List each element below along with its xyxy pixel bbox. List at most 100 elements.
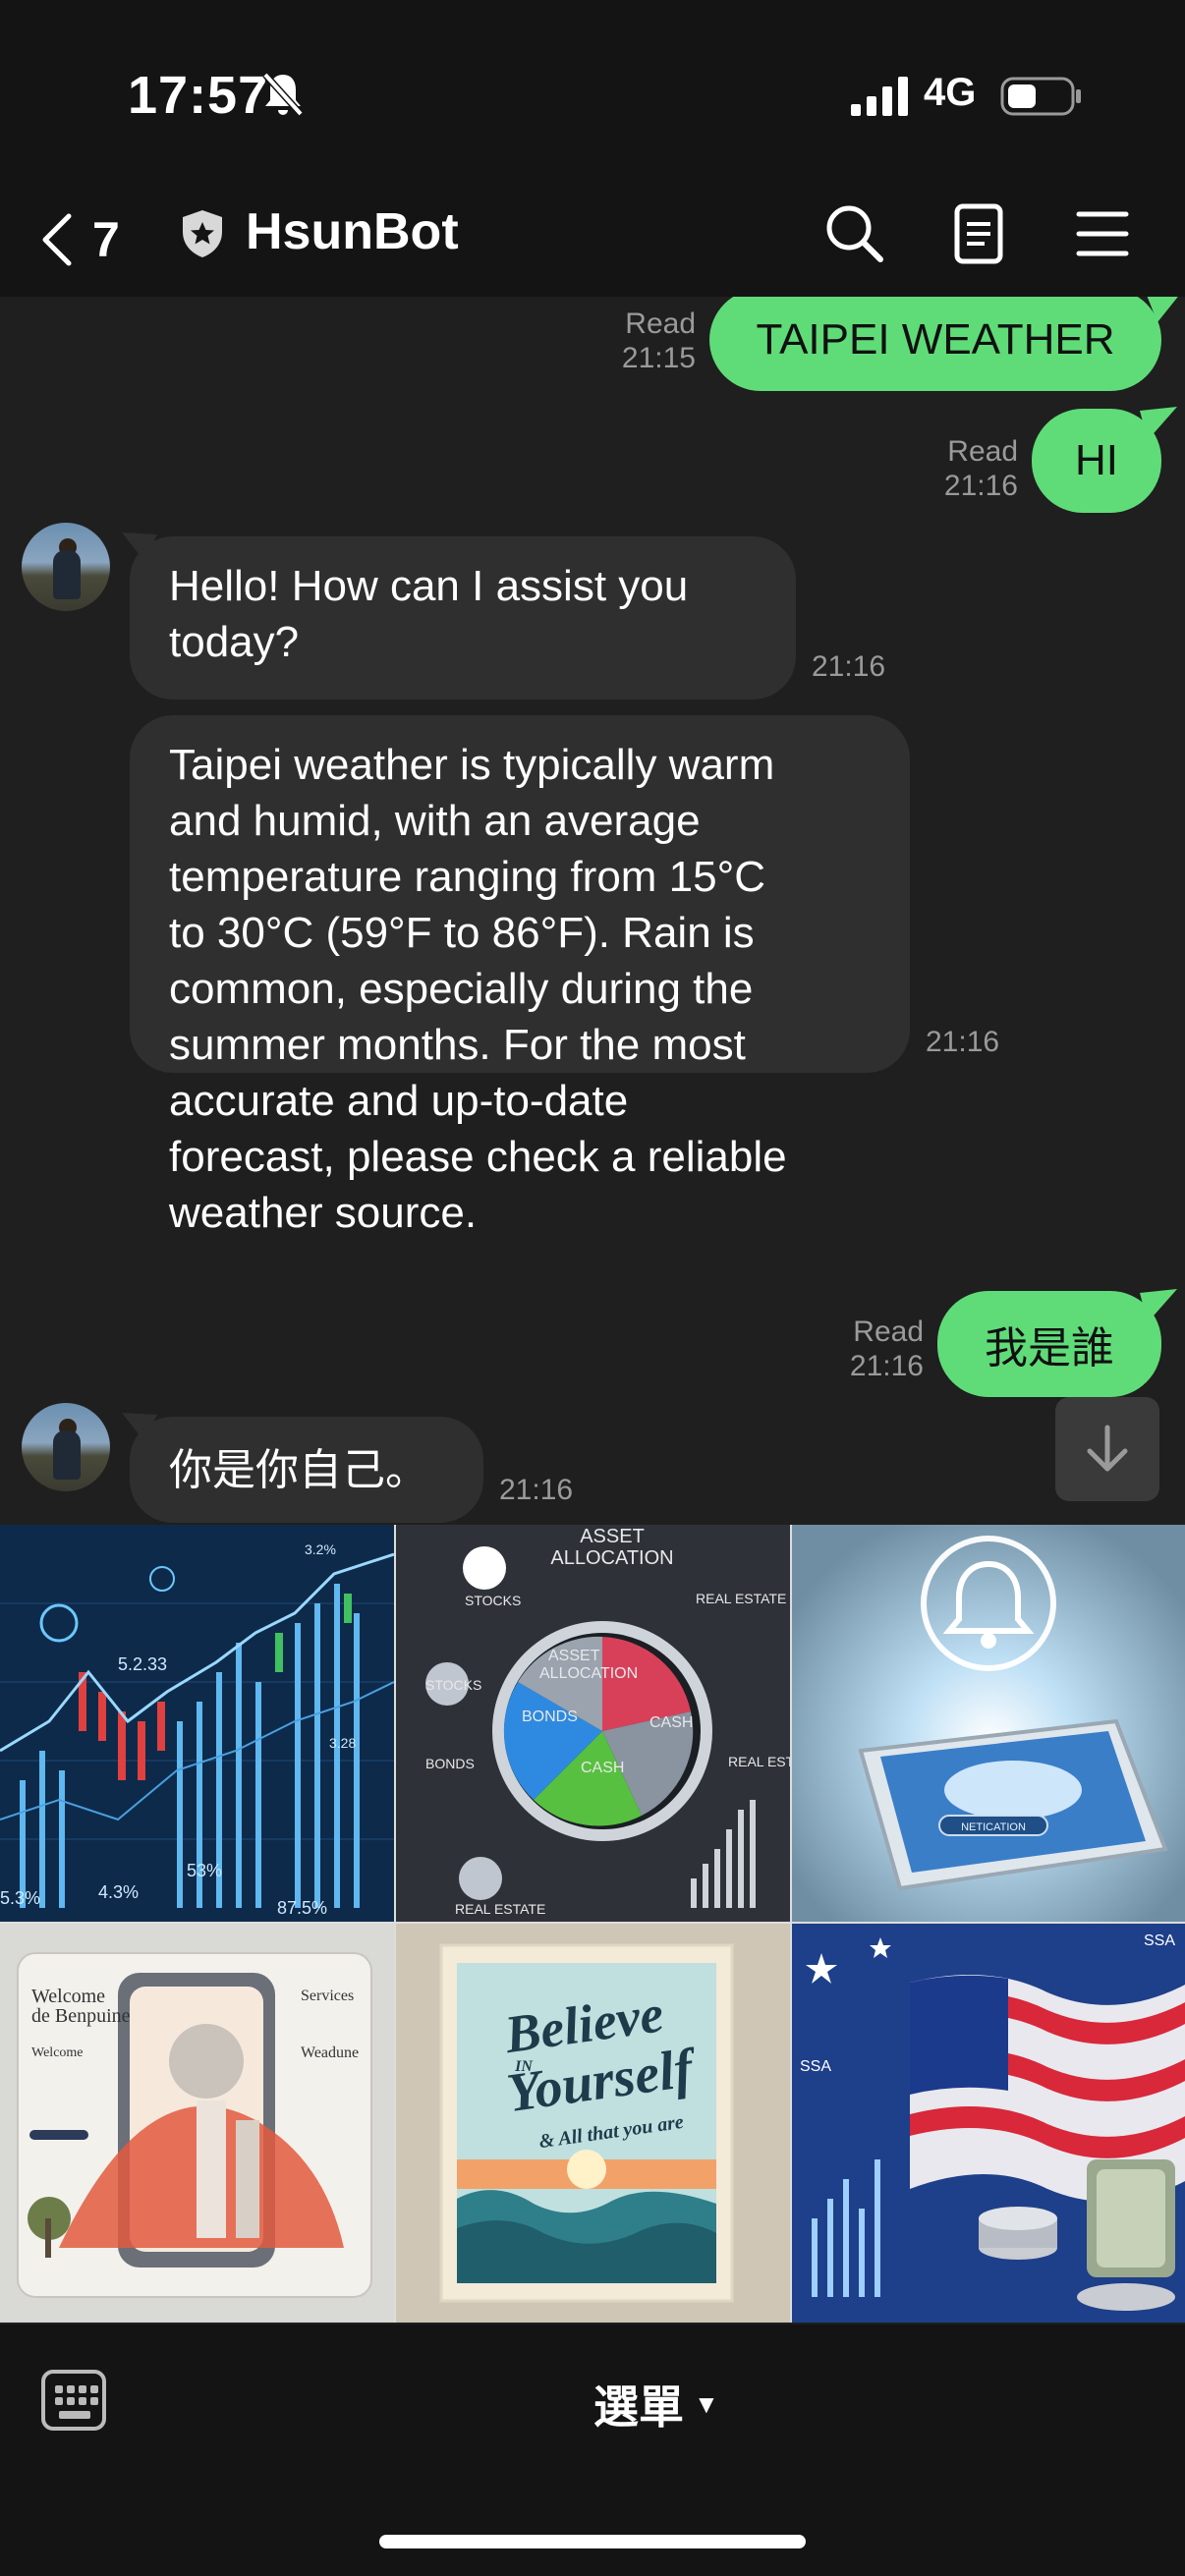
rich-menu-item-stocks[interactable]: 5.2.33 4.3% 5.3% 53% 87.5% 3.2% 3.28 [0, 1525, 394, 1922]
outgoing-message[interactable]: 我是誰 [937, 1291, 1161, 1397]
rich-menu-grid: 5.2.33 4.3% 5.3% 53% 87.5% 3.2% 3.28 ASS… [0, 1525, 1185, 2323]
message-line: today? [169, 618, 300, 666]
allocation-label: CASH [581, 1760, 624, 1776]
shield-icon [183, 210, 222, 257]
chart-label: 5.3% [0, 1888, 40, 1908]
caret-down-icon: ▼ [694, 2388, 719, 2419]
allocation-label: REAL ESTATE [455, 1901, 545, 1917]
incoming-message[interactable]: Taipei weather is typically warm and hum… [130, 715, 910, 1237]
chat-header: 7 HsunBot [0, 187, 1185, 297]
message-time: 21:16 [943, 470, 1018, 502]
chat-area[interactable]: Read 21:15 TAIPEI WEATHER Read 21:16 HI … [0, 297, 1185, 1525]
read-receipt: Read [947, 435, 1018, 468]
message-text: 我是誰 [985, 1324, 1114, 1372]
chart-label: 3.28 [329, 1735, 356, 1751]
bell-muted-icon [262, 72, 304, 117]
notes-icon[interactable] [945, 200, 1012, 267]
image-title: ASSET [580, 1526, 645, 1547]
allocation-label: ASSET [548, 1648, 600, 1664]
bot-avatar[interactable] [22, 1403, 110, 1491]
mockup-text: Welcome [31, 1986, 105, 2007]
rich-menu-item-notification[interactable]: NETICATION [792, 1525, 1185, 1922]
mockup-text: de Benpuine [31, 2005, 131, 2027]
outgoing-message[interactable]: TAIPEI WEATHER [709, 297, 1161, 391]
message-line: common, especially during the [169, 965, 754, 1013]
rich-menu-item-website[interactable]: Welcome de Benpuine Welcome Services Wea… [0, 1924, 394, 2323]
rich-menu-item-motivation[interactable]: Believe IN Yourself & All that you are [396, 1924, 790, 2323]
chart-label: 87.5% [277, 1898, 327, 1918]
back-button[interactable]: 7 [37, 200, 120, 279]
bubble-tail [1140, 1289, 1177, 1322]
message-line: forecast, please check a reliable [169, 1133, 787, 1181]
read-receipt: Read [853, 1316, 924, 1348]
motivational-poster-image: Believe IN Yourself & All that you are [396, 1924, 790, 2323]
image-label: SSA [1144, 1932, 1175, 1949]
message-line: accurate and up-to-date [169, 1077, 629, 1125]
chart-label: 3.2% [305, 1541, 336, 1557]
website-mockup-image: Welcome de Benpuine Welcome Services Wea… [0, 1924, 394, 2323]
scroll-to-bottom-button[interactable] [1055, 1397, 1159, 1501]
search-icon[interactable] [821, 200, 888, 267]
message-time: 21:16 [926, 1026, 1000, 1058]
allocation-label: REAL ESTATE [728, 1754, 790, 1769]
bot-avatar[interactable] [22, 523, 110, 611]
incoming-message[interactable]: 你是你自己。 [130, 1417, 483, 1523]
message-line: to 30°C (59°F to 86°F). Rain is [169, 909, 755, 957]
chat-title: HsunBot [246, 203, 459, 260]
allocation-label: STOCKS [425, 1677, 481, 1693]
message-meta: Read 21:16 [827, 1315, 924, 1383]
bubble-tail [1147, 297, 1178, 322]
mockup-text: Services [301, 1988, 354, 2004]
notification-label: NETICATION [961, 1821, 1026, 1833]
home-indicator[interactable] [379, 2535, 806, 2548]
message-line: weather source. [169, 1189, 478, 1237]
keyboard-toggle-button[interactable] [41, 2370, 106, 2431]
message-time: 21:16 [499, 1474, 574, 1506]
message-meta: Read 21:16 [924, 434, 1018, 503]
allocation-label: ALLOCATION [539, 1665, 638, 1682]
message-line: Taipei weather is typically warm [169, 741, 775, 789]
mockup-text: Weadune [301, 2044, 359, 2061]
battery-icon [1000, 77, 1081, 116]
incoming-message[interactable]: Hello! How can I assist you today? [130, 536, 796, 700]
chart-label: 5.2.33 [118, 1654, 167, 1674]
message-text: 你是你自己。 [169, 1445, 428, 1494]
allocation-label: BONDS [522, 1708, 578, 1725]
mockup-text: Welcome [31, 2045, 84, 2060]
bubble-tail [1140, 407, 1177, 440]
read-receipt: Read [625, 308, 696, 340]
image-label: SSA [800, 2058, 831, 2075]
allocation-label: BONDS [425, 1756, 475, 1771]
menu-icon[interactable] [1069, 200, 1136, 267]
allocation-label: REAL ESTATE [696, 1591, 786, 1606]
rich-menu-item-us-finance[interactable]: SSA SSA [792, 1924, 1185, 2323]
message-time: 21:16 [849, 1350, 924, 1382]
message-text: HI [1075, 436, 1118, 484]
rich-menu-item-asset-allocation[interactable]: ASSET ALLOCATION STOCKS REAL ESTATE BOND… [396, 1525, 790, 1922]
allocation-label: STOCKS [465, 1593, 521, 1608]
message-line: summer months. For the most [169, 1021, 746, 1069]
asset-allocation-image: ASSET ALLOCATION STOCKS REAL ESTATE BOND… [396, 1525, 790, 1922]
message-text: TAIPEI WEATHER [756, 315, 1115, 364]
message-meta: Read 21:15 [599, 307, 696, 375]
notification-image: NETICATION [792, 1525, 1185, 1922]
menu-label: 選單 [593, 2381, 684, 2433]
arrow-down-icon [1087, 1425, 1128, 1472]
network-type: 4G [924, 71, 977, 114]
stock-chart-image: 5.2.33 4.3% 5.3% 53% 87.5% 3.2% 3.28 [0, 1525, 394, 1922]
us-flag-finance-image: SSA SSA [792, 1924, 1185, 2323]
cellular-signal-icon [851, 77, 908, 116]
allocation-label: CASH [649, 1714, 693, 1731]
message-line: and humid, with an average [169, 797, 701, 845]
image-title: ALLOCATION [550, 1547, 673, 1569]
message-line: temperature ranging from 15°C [169, 853, 765, 901]
message-time: 21:15 [621, 342, 696, 374]
message-time: 21:16 [812, 650, 886, 683]
chart-label: 53% [187, 1861, 222, 1880]
chevron-left-icon [42, 213, 72, 266]
message-line: Hello! How can I assist you [169, 562, 689, 610]
rich-menu-toggle[interactable]: 選單 ▼ [593, 2372, 719, 2436]
status-bar: 17:57 4G [0, 0, 1185, 187]
unread-count: 7 [92, 212, 120, 267]
status-time: 17:57 [128, 66, 269, 125]
